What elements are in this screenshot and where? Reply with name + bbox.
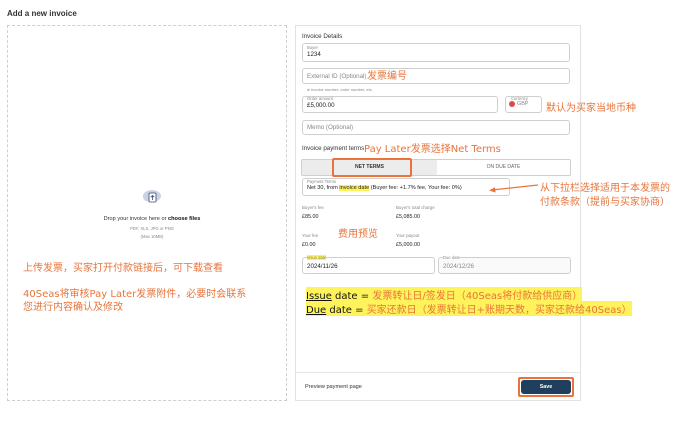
external-id-placeholder: External ID (Optional) <box>307 73 367 80</box>
payment-terms-value: Net 30, from invoice date (Buyer fee: +1… <box>307 185 462 191</box>
your-fee-value: £0.00 <box>302 242 316 248</box>
dropzone-text: Drop your invoice here or choose files <box>40 216 264 222</box>
buyer-fee-label: Buyer's fee <box>302 205 324 210</box>
dropzone-prompt: Drop your invoice here or <box>103 216 168 222</box>
payment-terms-label: Payment Terms <box>307 179 337 184</box>
issue-date-label: Issue date <box>307 255 327 260</box>
currency-value: GBP <box>517 101 529 107</box>
annotation-external-id: 发票编号 <box>367 71 407 82</box>
annotation-dropdown-line1: 从下拉栏选择适用于本发票的 <box>540 183 670 194</box>
external-id-hint: ie invoice number, order number, etc. <box>307 87 373 92</box>
dropzone-max-size: (Max 10MB) <box>140 234 164 239</box>
annotation-due-desc: 买家还款日（发票转让日+账期天数，买家还款给40Seas） <box>366 305 632 316</box>
preview-payment-page-link[interactable]: Preview payment page <box>305 384 362 390</box>
upload-cloud-icon <box>143 190 161 203</box>
annotation-upload-line1: 上传发票，买家打开付款链接后，可下载查看 <box>23 263 223 274</box>
buyer-fee-value: £85.00 <box>302 214 319 220</box>
buyer-value: 1234 <box>307 51 321 58</box>
net-terms-highlight-box <box>332 158 412 177</box>
annotation-arrow-icon <box>489 184 539 193</box>
choose-files-link[interactable]: choose files <box>168 216 200 222</box>
due-date-value: 2024/12/26 <box>443 263 474 270</box>
invoice-dropzone[interactable] <box>7 25 287 401</box>
annotation-due-key: Due <box>306 305 327 316</box>
buyer-total-value: £5,085.00 <box>396 214 420 220</box>
payment-terms-suffix: (Buyer fee: +1.7% fee, Your fee: 0%) <box>369 185 462 191</box>
order-amount-value: £5,000.00 <box>307 102 335 109</box>
page-title: Add a new invoice <box>7 9 77 18</box>
annotation-due-eq: date = <box>326 305 367 316</box>
invoice-details-title: Invoice Details <box>302 33 343 40</box>
your-payout-value: £5,000.00 <box>396 242 420 248</box>
annotation-dropdown-line2: 付款条款（提前与买家协商） <box>540 197 670 208</box>
dropzone-formats: PDF, XLS, JPG or PNG <box>130 226 174 231</box>
footer-divider <box>296 372 580 373</box>
annotation-issue-date: Issue date = 发票转让日/签发日（40Seas将付款给供应商） <box>306 287 583 302</box>
annotation-payment-terms: Pay Later发票选择Net Terms <box>364 144 501 155</box>
your-fee-label: Your fee <box>302 233 319 238</box>
your-payout-label: Your payout <box>396 233 420 238</box>
annotation-fees: 费用预览 <box>338 229 378 240</box>
buyer-label: Buyer <box>307 45 318 50</box>
issue-date-value: 2024/11/26 <box>307 263 338 270</box>
uk-flag-icon <box>509 101 515 107</box>
order-amount-label: Order amount <box>307 96 333 101</box>
save-button[interactable]: Save <box>521 380 571 394</box>
due-date-label: Due date <box>443 255 460 260</box>
buyer-total-label: Buyer's total charge <box>396 205 435 210</box>
annotation-upload-line3: 您进行内容确认及修改 <box>23 302 123 313</box>
payment-terms-title: Invoice payment terms <box>302 145 365 152</box>
annotation-currency: 默认为买家当地币种 <box>546 103 636 114</box>
memo-placeholder: Memo (Optional) <box>307 124 354 131</box>
payment-terms-highlight: invoice date <box>339 185 370 191</box>
payment-terms-prefix: Net 30, from <box>307 185 340 191</box>
tab-on-due-date[interactable]: ON DUE DATE <box>437 160 570 175</box>
annotation-due-date: Due date = 买家还款日（发票转让日+账期天数，买家还款给40Seas） <box>306 301 632 316</box>
buyer-field[interactable] <box>302 43 570 62</box>
